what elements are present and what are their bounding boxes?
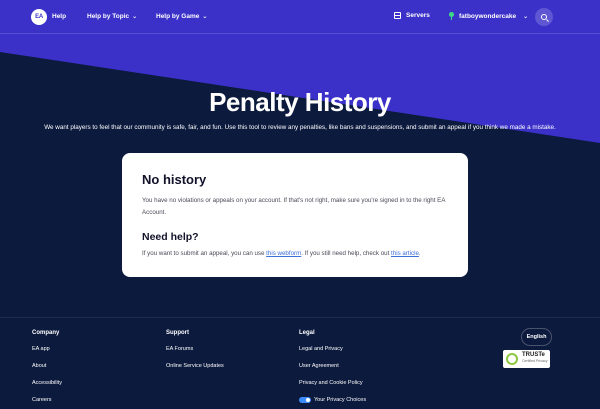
footer-link-ea-forums[interactable]: EA Forums — [166, 345, 224, 362]
footer-link-privacy-cookie[interactable]: Privacy and Cookie Policy — [299, 379, 366, 396]
need-help-suffix: . — [418, 250, 421, 257]
page-intro: We want players to feel that our communi… — [44, 124, 556, 131]
search-button[interactable] — [535, 8, 553, 26]
search-icon — [541, 14, 547, 20]
username: fatboywondercake — [459, 12, 517, 20]
footer-company: Company EA app About Accessibility Caree… — [32, 330, 62, 409]
need-help-text: If you want to submit an appeal, you can… — [142, 250, 462, 257]
footer-link-legal-privacy[interactable]: Legal and Privacy — [299, 345, 366, 362]
footer-link-service-updates[interactable]: Online Service Updates — [166, 362, 224, 379]
account-menu[interactable]: fatboywondercake ⌄ — [448, 12, 528, 20]
need-help-prefix: If you want to submit an appeal, you can… — [142, 250, 267, 257]
nav-help-by-topic-label: Help by Topic — [87, 13, 130, 20]
footer-divider — [0, 317, 600, 318]
footer-link-accessibility[interactable]: Accessibility — [32, 379, 62, 396]
no-history-heading: No history — [142, 172, 207, 187]
chevron-down-icon: ⌄ — [132, 14, 138, 20]
chevron-down-icon: ⌄ — [523, 13, 529, 20]
nav-help-by-topic[interactable]: Help by Topic ⌄ — [87, 13, 137, 20]
footer-link-careers[interactable]: Careers — [32, 396, 62, 409]
ea-logo[interactable]: EA — [31, 9, 47, 25]
truste-name: TRUSTe — [522, 352, 545, 358]
language-button[interactable]: English — [521, 328, 552, 346]
footer-link-user-agreement[interactable]: User Agreement — [299, 362, 366, 379]
footer-support: Support EA Forums Online Service Updates — [166, 330, 224, 379]
location-pin-icon — [448, 12, 455, 20]
penalty-history-card: No history You have no violations or app… — [122, 153, 468, 277]
server-icon — [394, 12, 401, 19]
nav-help-by-game[interactable]: Help by Game ⌄ — [156, 13, 207, 20]
need-help-middle: . If you still need help, check out — [301, 250, 392, 257]
article-link[interactable]: this article — [391, 250, 419, 257]
footer-support-heading: Support — [166, 330, 189, 336]
chevron-down-icon: ⌄ — [202, 14, 208, 20]
footer-link-ea-app[interactable]: EA app — [32, 345, 62, 362]
privacy-toggle-icon — [299, 396, 311, 403]
no-history-text: You have no violations or appeals on you… — [142, 197, 446, 216]
footer-link-privacy-choices[interactable]: Your Privacy Choices — [299, 396, 366, 409]
truste-badge[interactable]: TRUSTe Certified Privacy — [503, 350, 550, 368]
need-help-heading: Need help? — [142, 231, 199, 243]
privacy-choices-label: Your Privacy Choices — [314, 397, 367, 403]
help-home-link[interactable]: Help — [52, 13, 66, 20]
nav-divider — [0, 33, 600, 34]
truste-subtitle: Certified Privacy — [522, 359, 548, 363]
servers-label: Servers — [406, 12, 430, 19]
nav-help-by-game-label: Help by Game — [156, 13, 200, 20]
footer-link-about[interactable]: About — [32, 362, 62, 379]
footer-legal: Legal Legal and Privacy User Agreement P… — [299, 330, 366, 409]
servers-link[interactable]: Servers — [394, 12, 430, 19]
top-nav: EA Help Help by Topic ⌄ Help by Game ⌄ Ser… — [0, 0, 600, 34]
footer-legal-heading: Legal — [299, 330, 315, 336]
webform-link[interactable]: this webform — [266, 250, 301, 257]
page-title: Penalty History — [209, 87, 391, 117]
footer-company-heading: Company — [32, 330, 60, 336]
truste-logo-icon — [506, 353, 518, 365]
